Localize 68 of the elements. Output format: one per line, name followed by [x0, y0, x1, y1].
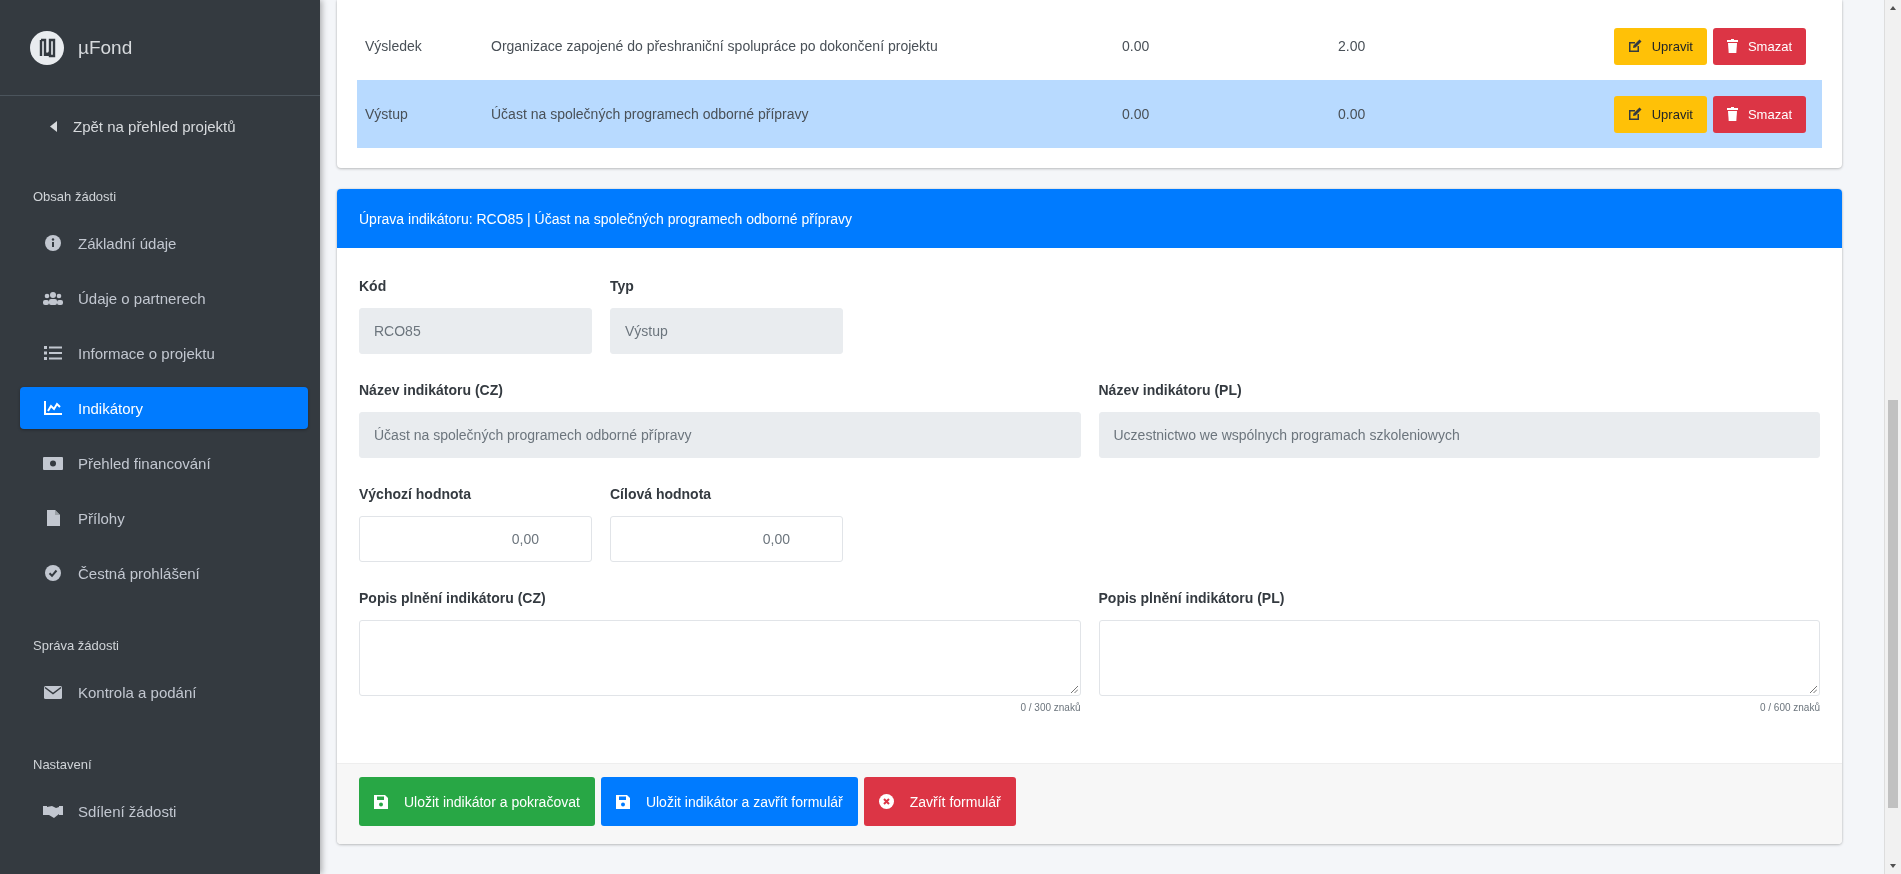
form-header: Úprava indikátoru: RCO85 | Účast na společných programech odborné přípravy: [337, 189, 1842, 248]
save-icon: [374, 794, 388, 809]
sidebar-item[interactable]: Údaje o partnerech: [20, 277, 308, 319]
close-icon: [878, 794, 894, 809]
banknote-icon: [43, 456, 63, 470]
table-cell: Výsledek: [357, 12, 483, 80]
field-label: Cílová hodnota: [610, 486, 713, 502]
table-cell: 2.00: [1330, 12, 1576, 80]
file-icon: [46, 510, 60, 526]
readonly-field[interactable]: Výstup: [610, 308, 843, 354]
envelope-icon: [44, 685, 62, 699]
sidebar-item[interactable]: Indikátory: [20, 387, 308, 429]
field-label: Výchozí hodnota: [359, 486, 472, 502]
sidebar-item[interactable]: Přílohy: [20, 497, 308, 539]
scroll-up-icon[interactable]: [1890, 6, 1896, 10]
sidebar-item[interactable]: Kontrola a podání: [20, 671, 308, 713]
resize-handle-icon[interactable]: [1070, 686, 1078, 693]
info-icon: [45, 235, 61, 251]
readonly-field[interactable]: Uczestnictwo we wspólnych programach szkoleniowych: [1098, 412, 1820, 458]
field-label: Typ: [610, 278, 635, 294]
field-label: Název indikátoru (PL): [1098, 382, 1243, 398]
save-icon: [615, 794, 630, 809]
back-link[interactable]: Zpět na přehled projektů: [10, 108, 310, 145]
users-icon: [43, 291, 63, 305]
chart-icon: [44, 401, 62, 415]
field-label: Kód: [359, 278, 388, 294]
edit-button[interactable]: Upravit: [1613, 27, 1707, 65]
app-logo-text: µFond: [78, 36, 133, 59]
character-counter: 0 / 300 znaků: [1020, 702, 1081, 713]
readonly-field[interactable]: Účast na společných programech odborné přípravy: [359, 412, 1081, 458]
check-circle-icon: [45, 565, 61, 581]
field-label: Název indikátoru (CZ): [359, 382, 504, 398]
edit-icon: [1627, 107, 1642, 121]
number-field[interactable]: 0,00: [610, 516, 843, 562]
sidebar-item[interactable]: Přehled financování: [20, 442, 308, 484]
field-label: Popis plnění indikátoru (PL): [1098, 590, 1286, 606]
table-cell: Organizace zapojené do přeshraniční spolupráce po dokončení projektu: [483, 12, 1114, 80]
logo-icon: [38, 37, 56, 58]
save-close-button[interactable]: Uložit indikátor a zavřít formulář: [600, 777, 858, 826]
table-row[interactable]: Výsledek Organizace zapojené do přeshraniční spolupráce po dokončení projektu 0.00 2.00 Upravit Smazat: [357, 12, 1822, 80]
caret-left-icon: [50, 121, 57, 132]
edit-icon: [1627, 39, 1642, 53]
edit-button[interactable]: Upravit: [1613, 95, 1707, 133]
scrollbar[interactable]: [1884, 0, 1901, 874]
scroll-down-icon[interactable]: [1890, 864, 1896, 868]
trash-icon: [1726, 107, 1738, 121]
table-cell: 0.00: [1114, 12, 1330, 80]
table-cell: Účast na společných programech odborné přípravy: [483, 80, 1114, 148]
number-field[interactable]: 0,00: [359, 516, 592, 562]
delete-button[interactable]: Smazat: [1712, 27, 1806, 65]
sidebar-section-title: Obsah žádosti: [32, 189, 118, 204]
table-cell: 0.00: [1330, 80, 1576, 148]
sidebar-item[interactable]: Informace o projektu: [20, 332, 308, 374]
list-icon: [44, 346, 62, 360]
trash-icon: [1726, 39, 1738, 53]
readonly-field[interactable]: RCO85: [359, 308, 592, 354]
table-cell: Výstup: [357, 80, 483, 148]
sidebar-section-title: Nastavení: [32, 757, 93, 772]
delete-button[interactable]: Smazat: [1712, 95, 1806, 133]
sidebar-item[interactable]: Sdílení žádosti: [20, 790, 308, 832]
sidebar-item[interactable]: Základní údaje: [20, 222, 308, 264]
sidebar-section-title: Správa žádosti: [32, 638, 120, 653]
resize-handle-icon[interactable]: [1810, 686, 1817, 693]
sidebar-item[interactable]: Čestná prohlášení: [20, 552, 308, 594]
table-cell: 0.00: [1114, 80, 1330, 148]
close-form-button[interactable]: Zavřít formulář: [863, 777, 1016, 826]
character-counter: 0 / 600 znaků: [1759, 702, 1820, 713]
field-label: Popis plnění indikátoru (CZ): [359, 590, 547, 606]
